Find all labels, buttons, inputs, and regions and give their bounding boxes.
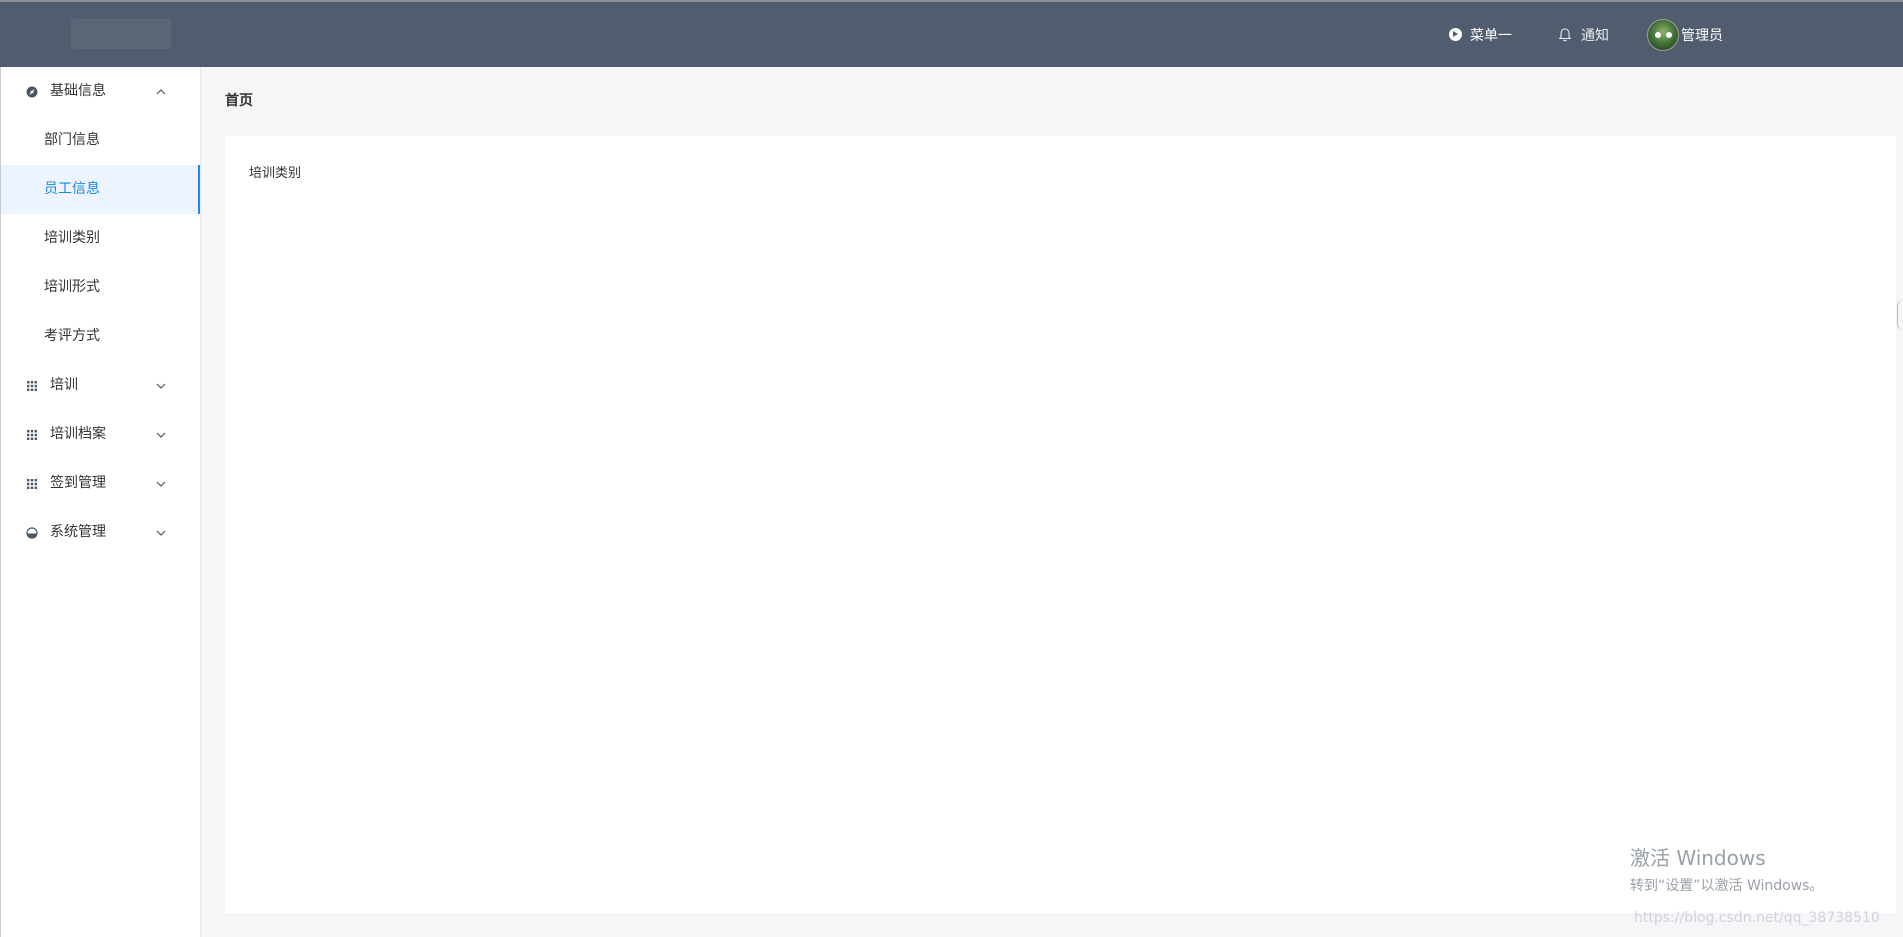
top-header: 菜单一 通知 管理员 bbox=[0, 0, 1903, 67]
sidebar-item-label: 考评方式 bbox=[44, 328, 100, 344]
sidebar-item-training-category[interactable]: 培训类别 bbox=[0, 214, 200, 263]
bell-icon bbox=[1558, 27, 1572, 41]
sidebar-group-label: 培训 bbox=[50, 377, 78, 393]
sidebar-group-signin[interactable]: 签到管理 bbox=[0, 459, 200, 508]
logo[interactable] bbox=[71, 19, 171, 49]
content-text: 培训类别 bbox=[249, 166, 302, 181]
sidebar-item-label: 培训形式 bbox=[44, 279, 100, 295]
header-menu-item[interactable]: 菜单一 bbox=[1449, 2, 1512, 67]
chevron-up-icon bbox=[156, 89, 166, 95]
url-watermark: https://blog.csdn.net/qq_38738510 bbox=[1634, 910, 1880, 926]
compass-icon bbox=[26, 86, 38, 98]
sidebar-item-label: 员工信息 bbox=[44, 181, 100, 197]
watermark-line1: 激活 Windows bbox=[1630, 846, 1766, 870]
chevron-down-icon bbox=[156, 383, 166, 389]
breadcrumb[interactable]: 首页 bbox=[225, 90, 253, 110]
chevron-down-icon bbox=[156, 530, 166, 536]
header-notify-item[interactable]: 通知 bbox=[1557, 2, 1609, 67]
sidebar-group-training[interactable]: 培训 bbox=[0, 361, 200, 410]
scroll-handle[interactable] bbox=[1897, 300, 1903, 330]
settings-icon bbox=[26, 527, 38, 539]
header-menu-label: 菜单一 bbox=[1470, 27, 1512, 44]
chevron-down-icon bbox=[156, 432, 166, 438]
windows-activation-watermark: 激活 Windows 转到“设置”以激活 Windows。 bbox=[1630, 842, 1823, 895]
sidebar-group-system[interactable]: 系统管理 bbox=[0, 508, 200, 557]
header-notify-label: 通知 bbox=[1581, 27, 1609, 44]
sidebar-group-label: 系统管理 bbox=[50, 524, 106, 540]
sidebar-group-training-archive[interactable]: 培训档案 bbox=[0, 410, 200, 459]
grid-icon bbox=[27, 381, 37, 391]
sidebar-item-department[interactable]: 部门信息 bbox=[0, 116, 200, 165]
sidebar: 基础信息 部门信息 员工信息 培训类别 培训形式 考评方式 培训 培训档案 签到… bbox=[0, 67, 201, 937]
watermark-line2: 转到“设置”以激活 Windows。 bbox=[1630, 878, 1824, 894]
sidebar-item-label: 部门信息 bbox=[44, 132, 100, 148]
header-user-menu[interactable]: 管理员 bbox=[1647, 2, 1723, 67]
sidebar-group-label: 签到管理 bbox=[50, 475, 106, 491]
sidebar-group-label: 培训档案 bbox=[50, 426, 106, 442]
sidebar-item-training-form[interactable]: 培训形式 bbox=[0, 263, 200, 312]
window-left-border bbox=[0, 67, 1, 937]
grid-icon bbox=[27, 479, 37, 489]
sidebar-group-label: 基础信息 bbox=[50, 83, 106, 99]
sidebar-item-label: 培训类别 bbox=[44, 230, 100, 246]
chevron-down-icon bbox=[156, 481, 166, 487]
sidebar-item-employee[interactable]: 员工信息 bbox=[0, 165, 200, 214]
grid-icon bbox=[27, 430, 37, 440]
navigation-icon bbox=[1449, 28, 1462, 41]
header-user-label: 管理员 bbox=[1681, 27, 1723, 44]
sidebar-group-basic-info[interactable]: 基础信息 bbox=[0, 67, 200, 116]
sidebar-item-evaluation-method[interactable]: 考评方式 bbox=[0, 312, 200, 361]
avatar[interactable] bbox=[1647, 18, 1679, 51]
content-panel: 培训类别 bbox=[225, 136, 1896, 913]
